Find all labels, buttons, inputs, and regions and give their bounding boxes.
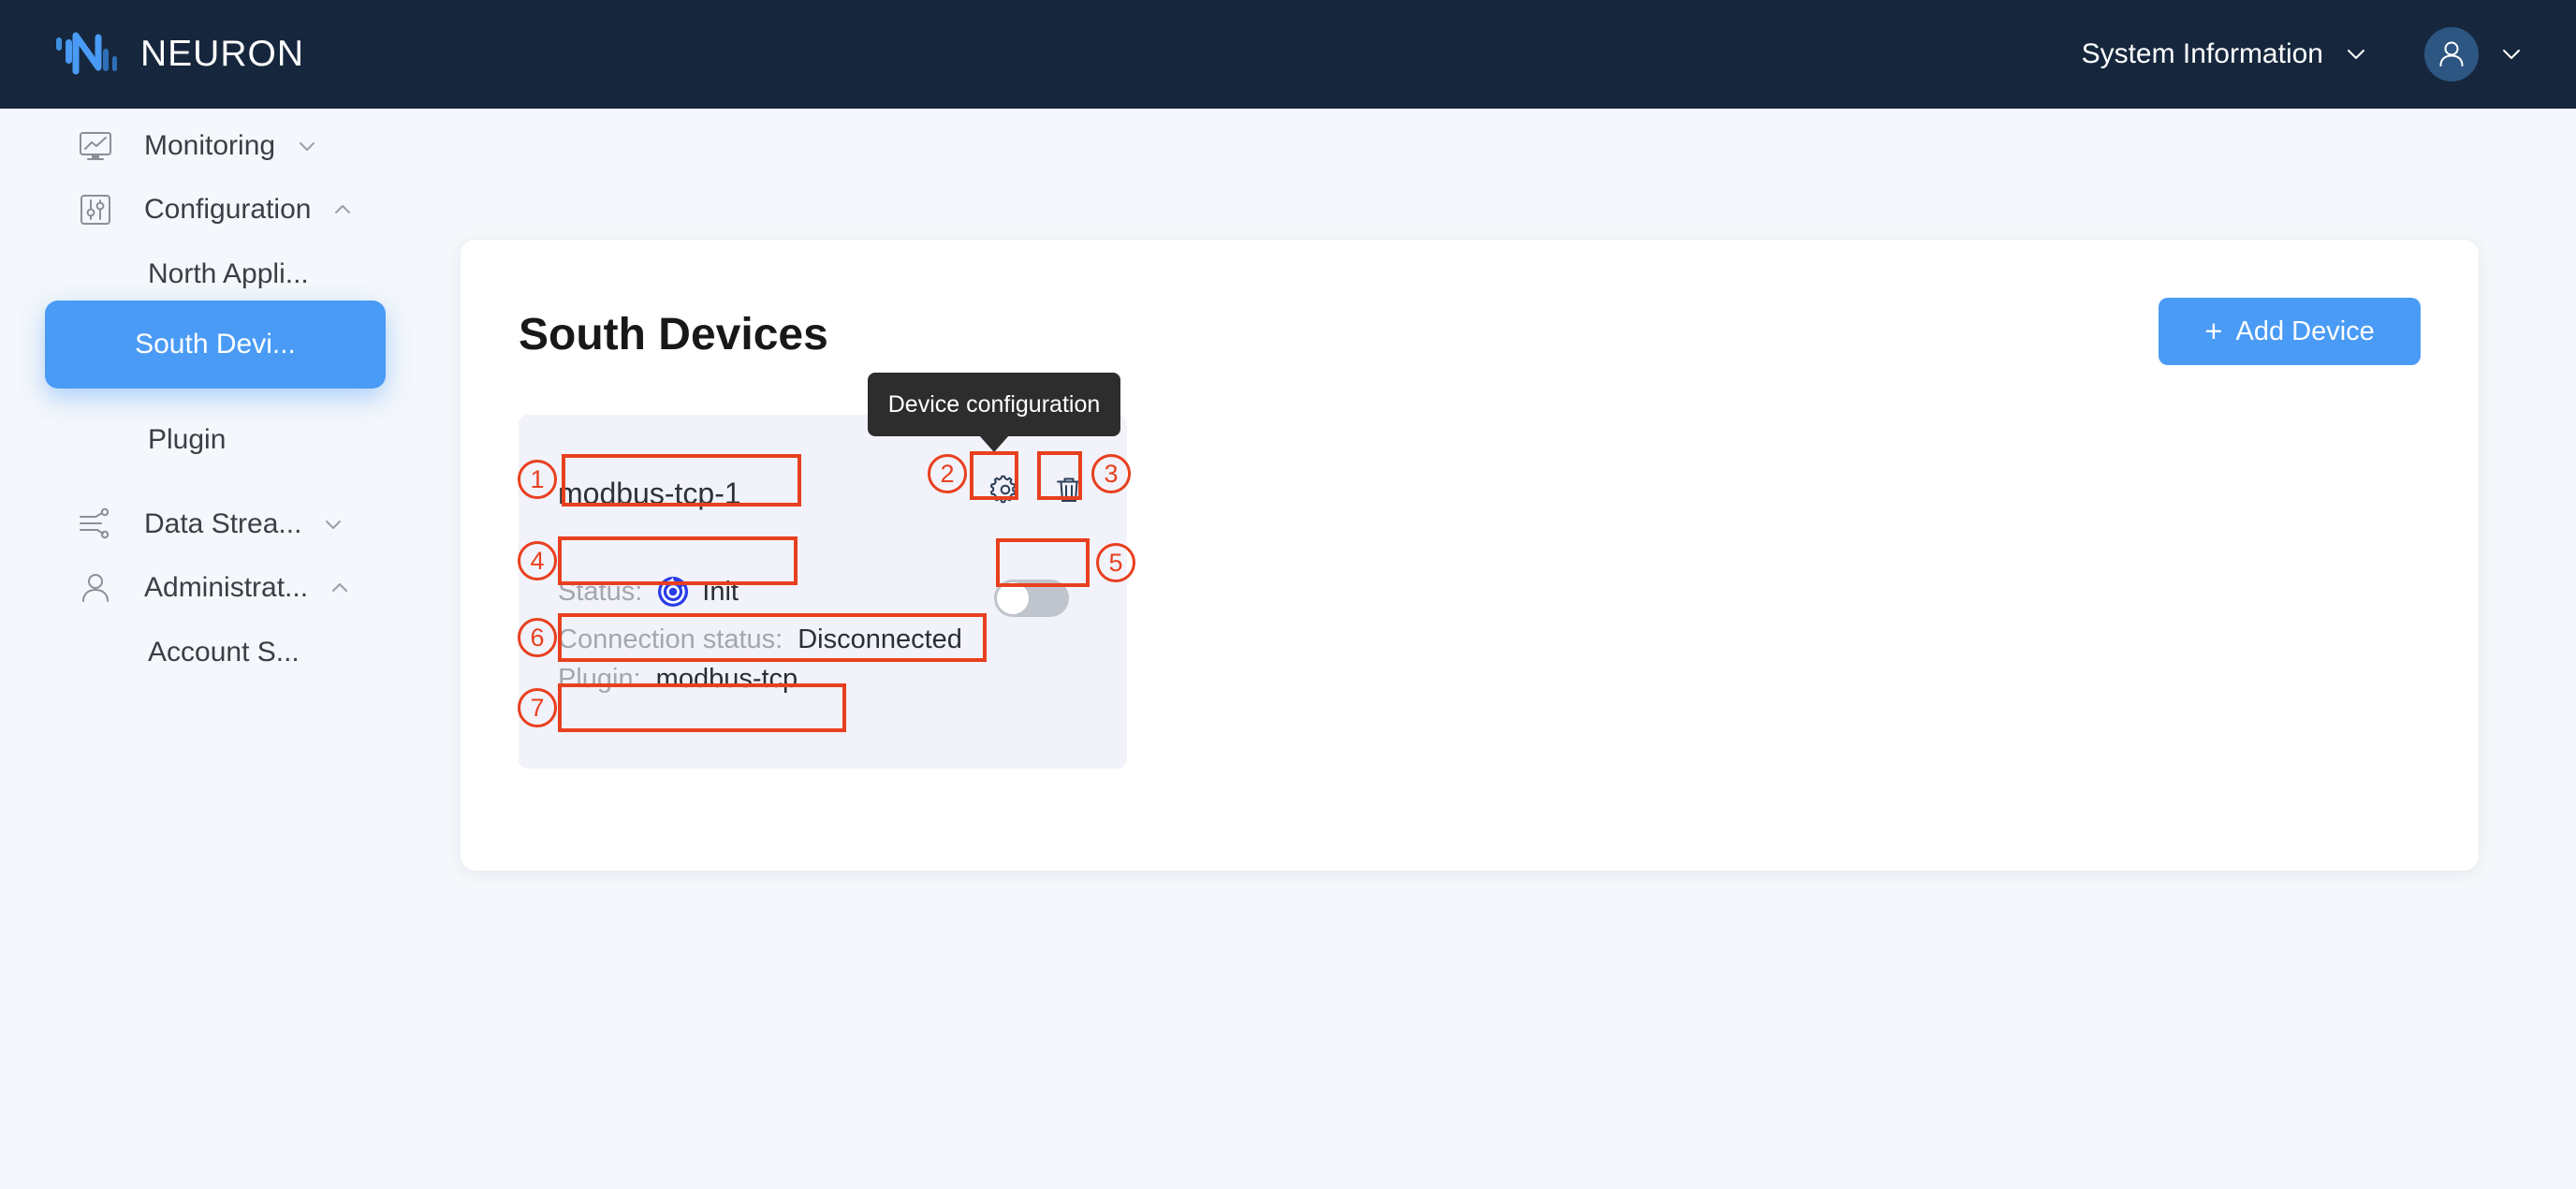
device-tile[interactable]: modbus-tcp-1 Status: Init Connection sta… bbox=[519, 415, 1127, 769]
chevron-down-icon bbox=[2499, 42, 2524, 66]
device-plugin-value: modbus-tcp bbox=[655, 664, 798, 694]
device-connection-status-row: Connection status: Disconnected bbox=[558, 624, 962, 655]
avatar bbox=[2424, 27, 2479, 81]
sidebar-item-configuration[interactable]: Configuration bbox=[0, 172, 461, 247]
user-icon bbox=[75, 567, 116, 609]
sidebar-item-label: Administrat... bbox=[144, 572, 309, 603]
header-right-group: System Information bbox=[2082, 27, 2524, 81]
device-plugin-key: Plugin: bbox=[558, 664, 641, 694]
chevron-down-icon bbox=[322, 513, 344, 536]
refresh-spinner-icon bbox=[657, 576, 689, 608]
south-devices-panel: South Devices + Add Device modbus-tcp-1 bbox=[461, 240, 2479, 871]
device-status-key: Status: bbox=[558, 576, 643, 607]
neuron-waveform-logo-icon bbox=[54, 30, 120, 79]
brand: NEURON bbox=[54, 30, 304, 79]
device-enable-toggle[interactable] bbox=[994, 580, 1069, 617]
sidebar-item-label: South Devi... bbox=[135, 329, 296, 360]
sidebar-item-label: Configuration bbox=[144, 194, 312, 225]
add-device-button[interactable]: + Add Device bbox=[2159, 298, 2421, 365]
sidebar-item-label: Plugin bbox=[148, 424, 227, 455]
user-account-menu[interactable] bbox=[2424, 27, 2524, 81]
sidebar-item-administration[interactable]: Administrat... bbox=[0, 550, 461, 625]
plus-icon: + bbox=[2204, 314, 2223, 348]
tooltip-text: Device configuration bbox=[887, 390, 1101, 418]
sidebar-item-label: North Appli... bbox=[148, 258, 309, 289]
device-config-gear-button[interactable] bbox=[987, 471, 1024, 508]
sliders-icon bbox=[75, 189, 116, 230]
chevron-up-icon bbox=[329, 577, 351, 599]
device-plugin-row: Plugin: modbus-tcp bbox=[558, 664, 798, 695]
app-header: NEURON System Information bbox=[0, 0, 2576, 109]
page-title: South Devices bbox=[519, 310, 828, 360]
device-status-value: Init bbox=[702, 576, 739, 607]
device-delete-button[interactable] bbox=[1050, 471, 1088, 508]
add-device-label: Add Device bbox=[2235, 316, 2375, 346]
toggle-knob bbox=[997, 582, 1029, 614]
chevron-up-icon bbox=[331, 198, 354, 221]
sidebar-item-plugin[interactable]: Plugin bbox=[0, 403, 461, 477]
sidebar: Monitoring Configuration North Appli... … bbox=[0, 109, 461, 1189]
system-information-menu[interactable]: System Information bbox=[2082, 38, 2368, 70]
monitor-chart-icon bbox=[75, 125, 116, 167]
sidebar-item-south-devices[interactable]: South Devi... bbox=[45, 301, 386, 389]
device-configuration-tooltip: Device configuration bbox=[868, 373, 1120, 436]
brand-name: NEURON bbox=[140, 34, 305, 74]
device-connection-value: Disconnected bbox=[798, 624, 962, 654]
sidebar-item-label: Data Strea... bbox=[144, 508, 302, 539]
system-information-label: System Information bbox=[2081, 38, 2323, 69]
chevron-down-icon bbox=[296, 135, 318, 157]
device-name: modbus-tcp-1 bbox=[558, 477, 741, 510]
sidebar-item-label: Monitoring bbox=[144, 130, 276, 161]
sidebar-item-label: Account S... bbox=[148, 637, 300, 668]
data-stream-icon bbox=[75, 504, 116, 545]
device-connection-key: Connection status: bbox=[558, 624, 783, 654]
chevron-down-icon bbox=[2344, 42, 2368, 66]
tooltip-arrow bbox=[979, 435, 1009, 452]
device-tile-actions bbox=[987, 471, 1088, 508]
device-status-row: Status: Init bbox=[558, 576, 739, 608]
sidebar-item-account-settings[interactable]: Account S... bbox=[0, 615, 461, 690]
